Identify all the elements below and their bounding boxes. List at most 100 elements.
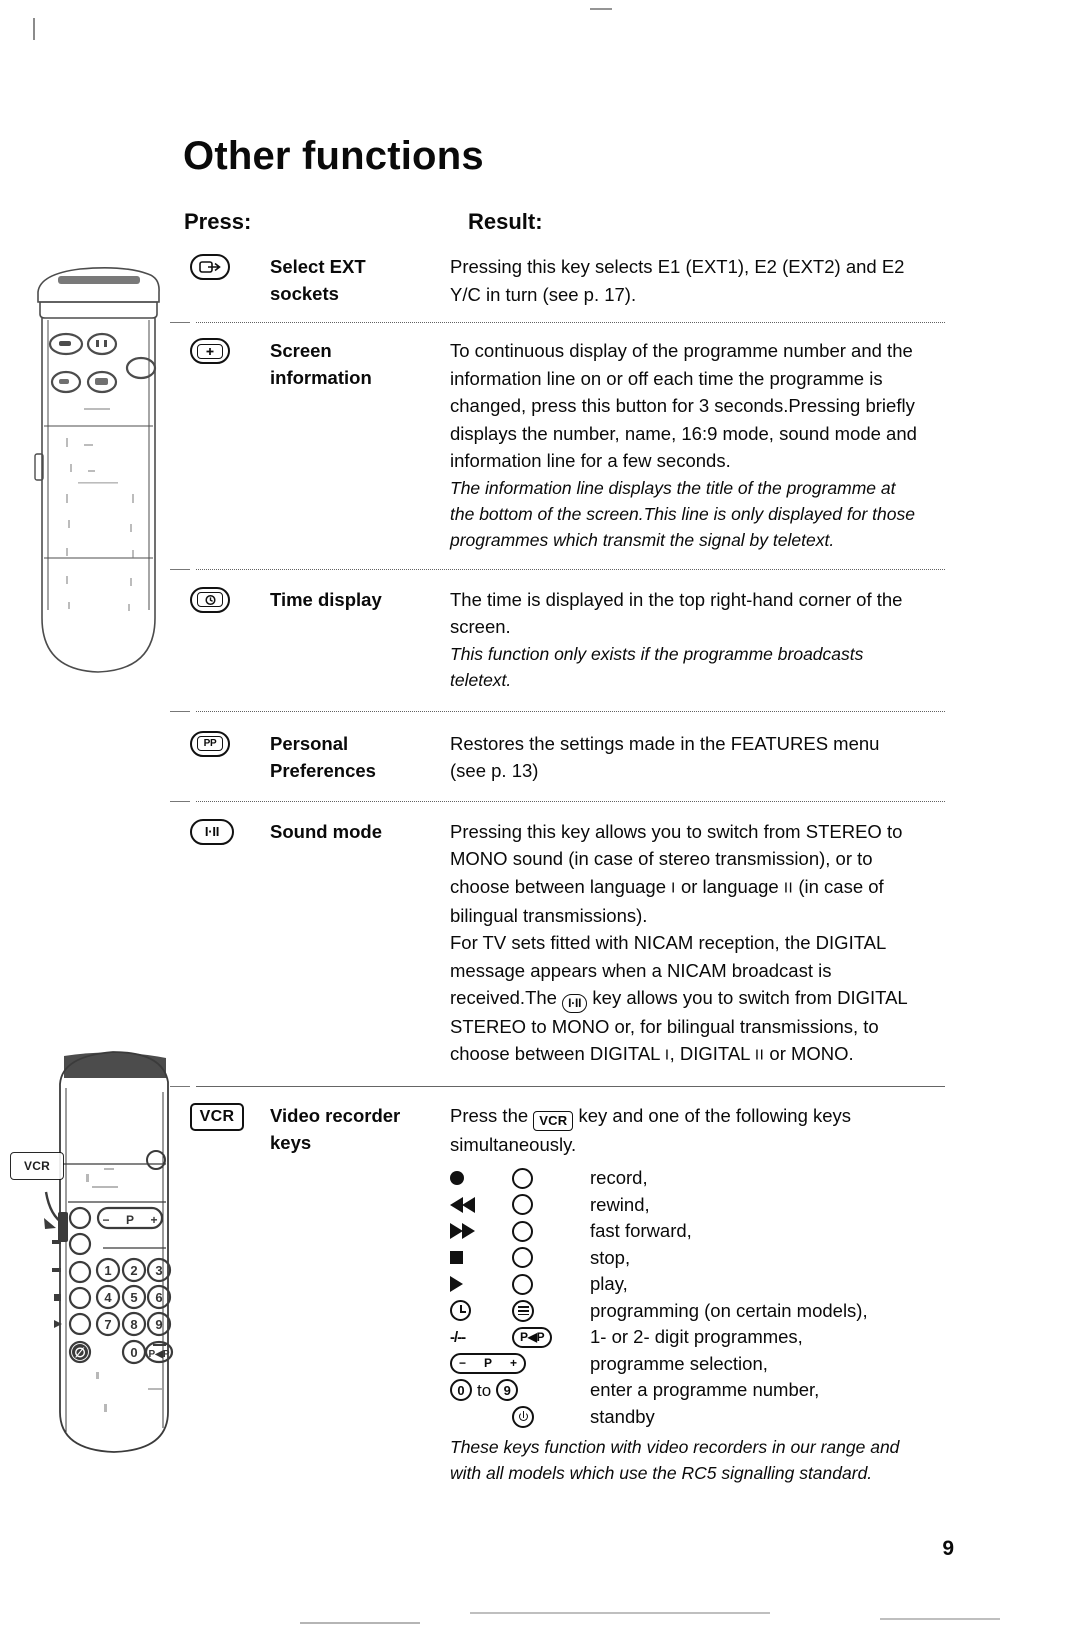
function-name-line: sockets (270, 283, 339, 304)
function-name-personal-preferences: Personal Preferences (270, 727, 450, 784)
function-name-line: Select EXT (270, 256, 366, 277)
function-name-sound-mode: Sound mode (270, 815, 450, 845)
rocker-p-label: P (483, 1356, 492, 1370)
list-item: fast forward, (450, 1218, 920, 1245)
function-name-line: Time display (270, 588, 382, 610)
screen-information-inner-glyph (197, 343, 223, 359)
list-item: − P + programme selection, (450, 1351, 920, 1378)
screen-information-key-icon[interactable] (190, 338, 230, 364)
description-note: This function only exists if the program… (450, 643, 864, 690)
key-label: programming (on certain models), (590, 1299, 868, 1321)
press-key-cell (190, 250, 270, 280)
description-note: These keys function with video recorders… (450, 1437, 900, 1483)
function-name-select-ext: Select EXT sockets (270, 250, 450, 307)
menu-icon (512, 1299, 590, 1322)
row-separator-tick (170, 1086, 190, 1087)
row-separator (196, 800, 945, 802)
function-description-screen-information: To continuous display of the programme n… (450, 334, 920, 553)
open-circle-icon (512, 1167, 590, 1189)
play-icon (450, 1276, 512, 1293)
scan-artifact (470, 1612, 770, 1614)
row-separator-tick (170, 710, 190, 712)
list-item: rewind, (450, 1192, 920, 1219)
description-text: or MONO. (764, 1043, 854, 1064)
list-item: play, (450, 1271, 920, 1298)
list-item: record, (450, 1165, 920, 1192)
rewind-icon (450, 1196, 512, 1213)
key-label: rewind, (590, 1193, 650, 1215)
functions-table: Select EXT sockets Pressing this key sel… (0, 250, 1080, 1486)
row-separator (196, 322, 945, 323)
vcr-inline-key-icon[interactable]: VCR (533, 1110, 574, 1131)
list-item: programming (on certain models), (450, 1298, 920, 1325)
range-to-label: to (477, 1380, 492, 1400)
digit-dashes-icon: -/-- (450, 1328, 466, 1346)
description-text: To continuous display of the programme n… (450, 340, 917, 471)
function-name-screen-information: Screen information (270, 334, 450, 391)
table-row-screen-information: Screen information To continuous display… (0, 334, 1080, 553)
function-name-time-display: Time display (270, 583, 450, 613)
sound-mode-inline-key-icon[interactable]: I·II (562, 993, 588, 1013)
scan-artifact (33, 18, 35, 40)
ext-sockets-key-icon[interactable] (190, 254, 230, 280)
key-label: stop, (590, 1246, 631, 1268)
row-separator-tick (170, 568, 190, 570)
sound-mode-key-label: I·II (204, 824, 220, 839)
table-row-time-display: Time display The time is displayed in th… (0, 583, 1080, 693)
key-label: 1- or 2- digit programmes, (590, 1326, 803, 1348)
press-key-cell: PP (190, 727, 270, 757)
function-description-sound-mode: Pressing this key allows you to switch f… (450, 815, 920, 1070)
digit-range-icon: 0 to 9 (450, 1377, 590, 1405)
table-row-select-ext: Select EXT sockets Pressing this key sel… (0, 250, 1080, 308)
table-row-video-recorder-keys: VCR Video recorder keys Press the VCR ke… (0, 1099, 1080, 1486)
description-note: The information line displays the title … (450, 477, 915, 550)
digit-zero-key: 0 (450, 1379, 472, 1402)
function-name-line: Personal (270, 732, 349, 754)
roman-numeral-two: II (783, 879, 794, 896)
rocker-minus-label: − (459, 1356, 467, 1370)
vcr-key-icon[interactable]: VCR (190, 1103, 244, 1131)
scan-artifact (590, 8, 612, 10)
description-text: or language (675, 875, 784, 897)
function-name-line: Preferences (270, 759, 376, 781)
function-description-personal-preferences: Restores the settings made in the FEATUR… (450, 727, 920, 785)
description-text: Press the (450, 1105, 534, 1126)
list-item: stop, (450, 1245, 920, 1272)
rocker-plus-label: + (509, 1356, 517, 1370)
standby-icon (512, 1405, 590, 1428)
function-description-video-recorder-keys: Press the VCR key and one of the followi… (450, 1099, 920, 1486)
vcr-key-list: record, rewind, fast forward, stop, play… (450, 1165, 920, 1430)
row-separator (196, 568, 945, 570)
press-key-cell: I·II (190, 815, 270, 845)
key-label: play, (590, 1273, 628, 1295)
function-name-line: keys (270, 1132, 312, 1153)
open-circle-icon (512, 1247, 590, 1269)
press-key-cell (190, 334, 270, 364)
personal-preferences-key-icon[interactable]: PP (190, 730, 230, 757)
prev-programme-icon: P◀P (512, 1326, 590, 1348)
time-display-key-icon[interactable] (190, 586, 230, 613)
pp-inner-glyph: PP (197, 736, 223, 751)
open-circle-icon (512, 1194, 590, 1216)
list-item: -/-- P◀P 1- or 2- digit programmes, (450, 1324, 920, 1351)
press-key-cell (190, 583, 270, 613)
key-label: standby (590, 1405, 655, 1427)
list-item: 0 to 9 enter a programme number, (450, 1377, 920, 1404)
column-header-result: Result: (468, 209, 543, 234)
press-key-cell: VCR (190, 1099, 270, 1131)
row-separator (196, 710, 945, 712)
page-title: Other functions (183, 134, 484, 178)
sound-mode-key-icon[interactable]: I·II (190, 818, 234, 845)
row-separator-tick (170, 800, 190, 802)
function-name-line: Screen (270, 340, 332, 361)
row-separator (196, 1086, 945, 1087)
clock-inner-glyph (197, 592, 223, 607)
clock-icon (450, 1300, 512, 1322)
function-description-select-ext: Pressing this key selects E1 (EXT1), E2 … (450, 250, 920, 308)
description-text: The time is displayed in the top right-h… (450, 588, 903, 638)
open-circle-icon (512, 1273, 590, 1295)
key-label: record, (590, 1167, 648, 1189)
page-number: 9 (942, 1537, 954, 1560)
function-description-time-display: The time is displayed in the top right-h… (450, 583, 920, 693)
roman-numeral-two: II (754, 1046, 765, 1064)
